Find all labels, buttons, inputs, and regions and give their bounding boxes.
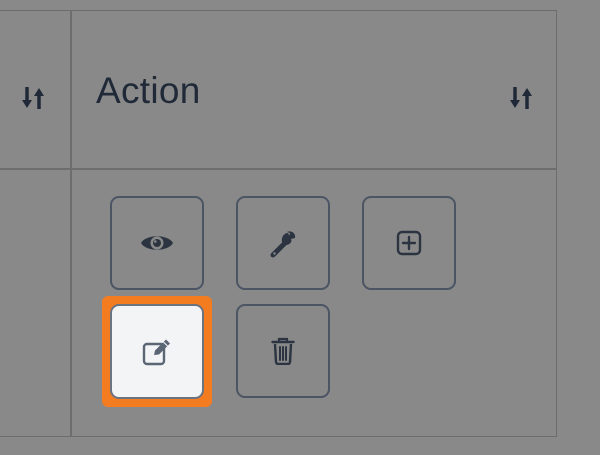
delete-button[interactable] — [236, 304, 330, 398]
row-divider — [0, 168, 557, 170]
action-column-header: Action — [96, 70, 201, 111]
trash-icon — [271, 337, 295, 365]
edit-icon — [142, 338, 172, 366]
configure-button[interactable] — [236, 196, 330, 290]
plus-square-icon — [396, 230, 422, 256]
sort-arrows-icon[interactable] — [506, 83, 536, 113]
column-divider — [70, 10, 72, 437]
view-button[interactable] — [110, 196, 204, 290]
edit-button[interactable] — [110, 304, 204, 399]
wrench-icon — [267, 227, 299, 259]
eye-icon — [140, 232, 174, 254]
add-button[interactable] — [362, 196, 456, 290]
sort-arrows-icon[interactable] — [18, 83, 48, 113]
edit-button-highlight — [102, 296, 212, 407]
